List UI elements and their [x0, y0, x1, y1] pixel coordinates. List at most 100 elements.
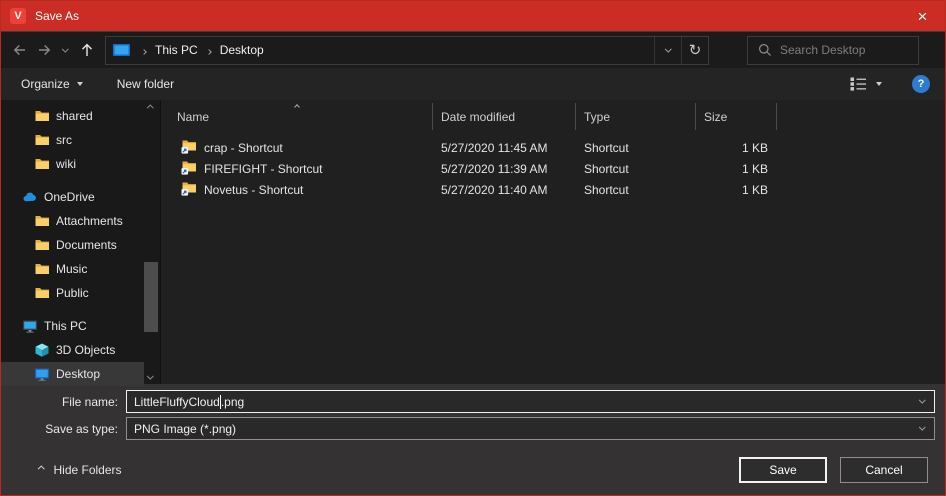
folder-icon	[34, 285, 50, 301]
search-input[interactable]	[780, 43, 918, 57]
file-name-value-after-caret: .png	[221, 395, 244, 409]
sidebar-item-label: Documents	[56, 238, 117, 252]
folder-icon	[34, 261, 50, 277]
column-header-label: Size	[704, 110, 727, 124]
scrollbar-thumb[interactable]	[144, 262, 158, 332]
details-view-icon	[850, 77, 867, 91]
sidebar-item-attachments[interactable]: Attachments	[1, 209, 144, 233]
sidebar-list: shared src wiki OneDriveAttachments Document…	[1, 100, 160, 386]
breadcrumb-separator-icon	[207, 43, 211, 57]
address-bar[interactable]: This PC Desktop ↻	[105, 36, 709, 65]
sidebar-item-3d-objects[interactable]: 3D Objects	[1, 338, 144, 362]
titlebar: V Save As ×	[1, 1, 945, 31]
close-button[interactable]: ×	[900, 1, 945, 31]
refresh-button[interactable]: ↻	[681, 37, 708, 64]
column-header-name[interactable]: Name	[161, 103, 433, 130]
forward-button[interactable]	[32, 37, 58, 63]
new-folder-button[interactable]: New folder	[109, 68, 182, 100]
folder-shortcut-icon	[181, 180, 197, 199]
dialog-buttons: Save Cancel	[739, 457, 928, 483]
date-modified-cell: 5/27/2020 11:40 AM	[433, 183, 576, 197]
desktop-location-icon	[113, 44, 130, 57]
main-area: shared src wiki OneDriveAttachments Document…	[1, 100, 945, 384]
sidebar-item-wiki[interactable]: wiki	[1, 152, 144, 176]
file-name-input[interactable]: LittleFluffyCloud.png	[126, 390, 935, 413]
date-modified-cell: 5/27/2020 11:45 AM	[433, 141, 576, 155]
desktop-icon	[34, 366, 50, 382]
recent-locations-button[interactable]	[58, 37, 73, 63]
hide-folders-label: Hide Folders	[54, 463, 122, 477]
back-button[interactable]	[6, 37, 32, 63]
file-row-novetus-shortcut[interactable]: Novetus - Shortcut 5/27/2020 11:40 AMShor…	[161, 179, 945, 200]
sidebar-item-label: shared	[56, 109, 93, 123]
organize-label: Organize	[21, 77, 70, 91]
sidebar-scrollbar[interactable]	[144, 102, 158, 383]
bottom-panel: File name: LittleFluffyCloud.png Save as…	[1, 384, 945, 495]
chevron-down-icon	[919, 424, 925, 430]
save-as-type-select[interactable]: PNG Image (*.png)	[126, 417, 935, 440]
chevron-up-icon	[38, 466, 44, 472]
date-modified-cell: 5/27/2020 11:39 AM	[433, 162, 576, 176]
file-row-crap-shortcut[interactable]: crap - Shortcut5/27/2020 11:45 AMShortcu…	[161, 137, 945, 158]
sidebar-item-label: 3D Objects	[56, 343, 115, 357]
new-folder-label: New folder	[117, 77, 174, 91]
type-cell: Shortcut	[576, 183, 696, 197]
scroll-up-icon[interactable]	[147, 105, 153, 111]
save-as-dialog: V Save As × This PC Desktop	[0, 0, 946, 496]
folder-icon	[34, 108, 50, 124]
size-cell: 1 KB	[696, 141, 777, 155]
file-name-text: Novetus - Shortcut	[204, 183, 303, 197]
file-name-label: File name:	[1, 395, 126, 409]
breadcrumb-separator-icon	[142, 43, 146, 57]
vivaldi-app-icon: V	[10, 8, 26, 24]
scroll-down-icon[interactable]	[147, 372, 153, 378]
change-view-button[interactable]	[842, 77, 890, 91]
column-header-type[interactable]: Type	[576, 103, 696, 130]
up-button[interactable]	[73, 37, 101, 63]
breadcrumb-item-this-pc[interactable]: This PC	[152, 43, 201, 57]
sidebar-item-this-pc[interactable]: This PC	[1, 314, 144, 338]
sidebar-item-public[interactable]: Public	[1, 281, 144, 305]
file-rows: crap - Shortcut5/27/2020 11:45 AM Shortcu…	[161, 137, 945, 200]
back-arrow-icon	[10, 41, 28, 59]
file-name-cell: crap - Shortcut	[161, 138, 433, 157]
breadcrumb-item-desktop[interactable]: Desktop	[217, 43, 267, 57]
sort-ascending-icon	[294, 104, 300, 110]
chevron-down-icon	[665, 45, 671, 51]
hide-folders-button[interactable]: Hide Folders	[39, 463, 122, 477]
refresh-icon: ↻	[689, 41, 702, 59]
up-arrow-icon	[78, 41, 96, 59]
sidebar-item-label: src	[56, 133, 72, 147]
column-headers: Name Date modified Type Size	[161, 103, 945, 130]
command-toolbar: Organize New folder ?	[1, 68, 945, 100]
window-title: Save As	[35, 9, 79, 23]
close-icon: ×	[918, 8, 928, 25]
search-icon	[757, 42, 773, 58]
column-header-label: Name	[177, 110, 209, 124]
navigation-bar: This PC Desktop ↻	[1, 31, 945, 68]
sidebar-item-music[interactable]: Music	[1, 257, 144, 281]
breadcrumb: This PC Desktop	[136, 37, 654, 64]
cancel-button[interactable]: Cancel	[840, 457, 928, 483]
sidebar-item-documents[interactable]: Documents	[1, 233, 144, 257]
file-name-row: File name: LittleFluffyCloud.png	[1, 390, 935, 413]
navigation-sidebar: shared src wiki OneDriveAttachments Document…	[1, 100, 160, 384]
column-header-date-modified[interactable]: Date modified	[433, 103, 576, 130]
sidebar-item-src[interactable]: src	[1, 128, 144, 152]
file-row-firefight-shortcut[interactable]: FIREFIGHT - Shortcut5/27/2020 11:39 AMSh…	[161, 158, 945, 179]
sidebar-item-shared[interactable]: shared	[1, 104, 144, 128]
address-dropdown-button[interactable]	[654, 37, 681, 64]
size-cell: 1 KB	[696, 162, 777, 176]
file-name-cell: Novetus - Shortcut	[161, 180, 433, 199]
help-button[interactable]: ?	[912, 75, 930, 93]
save-button[interactable]: Save	[739, 457, 827, 483]
organize-button[interactable]: Organize	[13, 68, 91, 100]
sidebar-item-desktop[interactable]: Desktop	[1, 362, 144, 386]
search-box[interactable]	[747, 36, 919, 65]
resize-grip[interactable]	[939, 489, 941, 491]
folder-icon	[34, 156, 50, 172]
column-header-size[interactable]: Size	[696, 103, 777, 130]
vivaldi-logo-letter: V	[14, 10, 21, 22]
sidebar-item-onedrive[interactable]: OneDrive	[1, 185, 144, 209]
column-header-label: Date modified	[441, 110, 515, 124]
